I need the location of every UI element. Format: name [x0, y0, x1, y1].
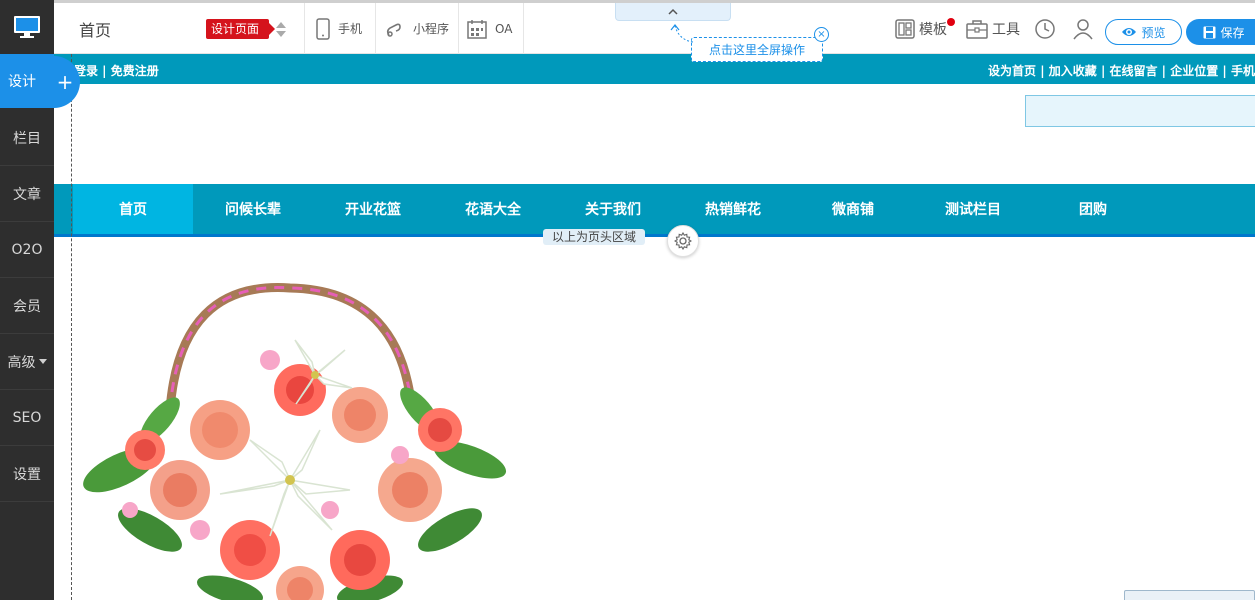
page-title: 首页	[79, 21, 112, 40]
caret-down-icon	[38, 359, 47, 364]
sidebar-item-label: 高级	[7, 354, 36, 371]
sidebar-item-label: SEO	[12, 409, 42, 426]
oa-tool-label: OA	[495, 21, 513, 36]
eye-icon	[1122, 28, 1137, 36]
nav-label: 开业花篮	[345, 202, 401, 218]
tools-tool[interactable]: 工具	[966, 3, 1020, 54]
gear-icon	[674, 232, 692, 250]
mobile-tool-label: 手机	[338, 22, 363, 36]
tip-pointer-arrow-icon	[670, 24, 694, 43]
save-button-label: 保存	[1220, 25, 1245, 40]
toolbar-divider	[304, 3, 305, 54]
sidebar-item-label: 栏目	[13, 130, 41, 147]
nav-item-group-buy[interactable]: 团购	[1033, 184, 1153, 234]
left-sidebar: 设计 栏目 文章 O2O 会员 高级 SEO 设置	[0, 0, 54, 600]
sidebar-item-o2o[interactable]: O2O	[0, 222, 54, 278]
app-window: 设计 栏目 文章 O2O 会员 高级 SEO 设置 + 首页 设计页面 手机 小…	[0, 0, 1255, 600]
account-button[interactable]	[1072, 3, 1098, 54]
sidebar-item-members[interactable]: 会员	[0, 278, 54, 334]
nav-label: 首页	[119, 202, 147, 218]
tools-tool-label: 工具	[992, 21, 1020, 38]
nav-item-flower-language[interactable]: 花语大全	[433, 184, 553, 234]
sidebar-item-columns[interactable]: 栏目	[0, 110, 54, 166]
phone-icon	[316, 17, 330, 40]
user-icon	[1073, 18, 1093, 39]
sidebar-item-advanced[interactable]: 高级	[0, 334, 54, 390]
plus-icon: +	[56, 70, 74, 94]
nav-label: 关于我们	[585, 202, 641, 218]
chevron-up-icon	[668, 8, 678, 15]
nav-item-opening-baskets[interactable]: 开业花篮	[313, 184, 433, 234]
notification-dot	[947, 18, 955, 26]
site-navigation: 首页 问候长辈 开业花篮 花语大全 关于我们 热销鲜花 微商铺 测试栏目 团购	[54, 184, 1255, 237]
fullscreen-tip[interactable]: 点击这里全屏操作	[691, 37, 823, 62]
nav-label: 团购	[1079, 202, 1107, 218]
template-tool[interactable]: 模板	[895, 3, 947, 54]
nav-item-about-us[interactable]: 关于我们	[553, 184, 673, 234]
toolbar-divider	[523, 3, 524, 54]
design-page-badge: 设计页面	[206, 19, 276, 39]
page-switch-arrows-icon[interactable]	[276, 22, 286, 38]
sidebar-item-seo[interactable]: SEO	[0, 390, 54, 446]
toolbar-divider	[458, 3, 459, 54]
sidebar-item-label: 会员	[13, 298, 41, 315]
close-icon[interactable]: ×	[814, 27, 829, 42]
sidebar-item-label: 设置	[13, 466, 41, 483]
nav-label: 花语大全	[465, 202, 521, 218]
sidebar-item-label: 文章	[13, 186, 41, 203]
mobile-tool[interactable]: 手机	[316, 3, 362, 54]
sidebar-item-settings[interactable]: 设置	[0, 446, 54, 502]
oa-tool[interactable]: OA	[467, 3, 512, 54]
canvas-guide-line	[71, 54, 72, 600]
toolbox-icon	[966, 19, 988, 39]
save-button[interactable]: 保存	[1186, 19, 1255, 45]
login-register-links[interactable]: 登录 | 免费注册	[74, 62, 159, 79]
nav-item-micro-shop[interactable]: 微商铺	[793, 184, 913, 234]
nav-label: 测试栏目	[945, 202, 1001, 218]
fullscreen-tip-text: 点击这里全屏操作	[708, 43, 805, 57]
template-icon	[895, 18, 915, 39]
sidebar-item-label: O2O	[11, 241, 43, 258]
header-area-label: 以上为页头区域	[543, 229, 646, 245]
notification-widget[interactable]	[1124, 590, 1255, 600]
template-tool-label: 模板	[919, 21, 947, 38]
top-toolbar: 首页 设计页面 手机 小程序 OA 模板 工具 预览 保存	[54, 0, 1255, 54]
calendar-icon	[467, 19, 487, 39]
nav-item-home[interactable]: 首页	[73, 184, 193, 234]
floppy-disk-icon	[1203, 26, 1216, 38]
preview-button[interactable]: 预览	[1105, 19, 1182, 45]
site-topbar: 登录 | 免费注册 设为首页 | 加入收藏 | 在线留言 | 企业位置 | 手机	[54, 54, 1255, 84]
mini-program-tool-label: 小程序	[413, 22, 450, 36]
flower-basket-image	[83, 283, 507, 600]
site-search-box[interactable]	[1025, 95, 1255, 127]
toolbar-collapse-tab[interactable]	[615, 3, 731, 21]
nav-label: 微商铺	[832, 202, 874, 218]
preview-button-label: 预览	[1141, 25, 1166, 40]
monitor-icon[interactable]	[0, 0, 54, 54]
site-quick-links[interactable]: 设为首页 | 加入收藏 | 在线留言 | 企业位置 | 手机	[988, 62, 1255, 79]
header-settings-button[interactable]	[667, 225, 699, 257]
toolbar-divider	[375, 3, 376, 54]
nav-label: 问候长辈	[225, 202, 281, 218]
sidebar-item-design[interactable]: 设计	[0, 54, 54, 108]
nav-item-test-column[interactable]: 测试栏目	[913, 184, 1033, 234]
sidebar-item-label: 设计	[8, 74, 36, 90]
mini-program-icon	[386, 23, 401, 37]
mini-program-tool[interactable]: 小程序	[385, 3, 449, 54]
history-button[interactable]	[1034, 3, 1060, 54]
sidebar-item-articles[interactable]: 文章	[0, 166, 54, 222]
design-canvas[interactable]: 登录 | 免费注册 设为首页 | 加入收藏 | 在线留言 | 企业位置 | 手机…	[54, 54, 1255, 600]
nav-item-greet-elders[interactable]: 问候长辈	[193, 184, 313, 234]
clock-icon	[1035, 18, 1055, 39]
nav-label: 热销鲜花	[705, 202, 761, 218]
